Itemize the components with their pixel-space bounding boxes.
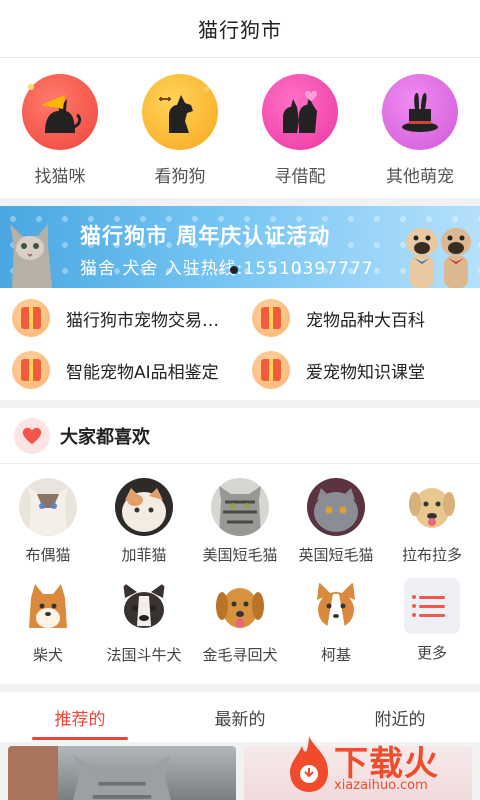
breed-name: 英国短毛猫 bbox=[298, 546, 374, 564]
link-pet-knowledge[interactable]: 爱宠物知识课堂 bbox=[240, 344, 480, 396]
breed-name: 柯基 bbox=[320, 646, 351, 664]
kitten-photo bbox=[73, 755, 171, 800]
banner-hotline: 猫舍 犬舍 入驻热线:15510397777 bbox=[80, 259, 374, 279]
breed-british-shorthair[interactable]: 英国短毛猫 bbox=[288, 478, 384, 578]
breed-golden-retriever[interactable]: 金毛寻回犬 bbox=[192, 578, 288, 678]
golden-retriever-avatar bbox=[211, 578, 269, 636]
breed-name: 法国斗牛犬 bbox=[106, 646, 182, 664]
link-label: 智能宠物AI品相鉴定 bbox=[66, 362, 219, 383]
flame-icon bbox=[290, 736, 328, 792]
quick-links: 猫行狗市宠物交易… 宠物品种大百科 智能宠物AI品相鉴定 爱宠物知识课堂 bbox=[0, 288, 480, 400]
breed-shiba[interactable]: 柴犬 bbox=[0, 578, 96, 678]
breed-ragdoll[interactable]: 布偶猫 bbox=[0, 478, 96, 578]
breed-name: 加菲猫 bbox=[121, 546, 167, 564]
link-breed-encyclopedia[interactable]: 宠物品种大百科 bbox=[240, 292, 480, 344]
kitten-image bbox=[10, 224, 52, 288]
breed-labrador[interactable]: 拉布拉多 bbox=[384, 478, 480, 578]
corgi-avatar bbox=[307, 578, 365, 636]
breed-corgi[interactable]: 柯基 bbox=[288, 578, 384, 678]
labrador-avatar bbox=[403, 478, 461, 536]
breed-name: 金毛寻回犬 bbox=[202, 646, 278, 664]
breed-name: 拉布拉多 bbox=[401, 546, 462, 564]
breed-name: 柴犬 bbox=[32, 646, 63, 664]
watermark-logo: 下载火 xiazaihuo.com bbox=[278, 728, 478, 798]
breed-name: 布偶猫 bbox=[25, 546, 71, 564]
link-ai-appraisal[interactable]: 智能宠物AI品相鉴定 bbox=[0, 344, 240, 396]
category-other-pets[interactable]: 其他萌宠 bbox=[365, 74, 475, 187]
carousel-indicator bbox=[230, 266, 238, 274]
gift-icon bbox=[252, 351, 290, 389]
page-title: 猫行狗市 bbox=[198, 18, 282, 42]
british-shorthair-avatar bbox=[307, 478, 365, 536]
link-label: 宠物品种大百科 bbox=[306, 310, 425, 331]
section-title: 大家都喜欢 bbox=[60, 426, 150, 448]
promo-banner[interactable]: 猫行狗市 周年庆认证活动 猫舍 犬舍 入驻热线:15510397777 bbox=[0, 206, 480, 288]
french-bulldog-avatar bbox=[115, 578, 173, 636]
link-pet-trade[interactable]: 猫行狗市宠物交易… bbox=[0, 292, 240, 344]
category-label: 其他萌宠 bbox=[386, 167, 454, 187]
exotic-cat-avatar bbox=[115, 478, 173, 536]
category-view-dog[interactable]: 看狗狗 bbox=[125, 74, 235, 187]
gift-icon bbox=[252, 299, 290, 337]
category-label: 寻借配 bbox=[274, 167, 326, 187]
top-bar: 猫行狗市 bbox=[0, 0, 480, 58]
watermark-url: xiazaihuo.com bbox=[334, 778, 428, 793]
tab-recommended[interactable]: 推荐的 bbox=[0, 692, 160, 742]
category-find-mate[interactable]: 寻借配 bbox=[245, 74, 355, 187]
heart-icon bbox=[14, 417, 50, 454]
category-row: 找猫咪 看狗狗 寻借配 其他萌宠 bbox=[0, 58, 480, 198]
breed-name: 美国短毛猫 bbox=[202, 546, 278, 564]
gift-icon bbox=[12, 351, 50, 389]
breed-name: 更多 bbox=[416, 644, 447, 662]
magic-hat-icon bbox=[382, 74, 458, 150]
ragdoll-cat-avatar bbox=[19, 478, 77, 536]
link-label: 爱宠物知识课堂 bbox=[306, 362, 425, 383]
american-shorthair-avatar bbox=[211, 478, 269, 536]
app-screen: 猫行狗市 找猫咪 看狗狗 寻借配 其他萌宠 猫行狗市 周年庆认证活动 猫舍 犬舍… bbox=[0, 0, 480, 800]
gift-icon bbox=[12, 299, 50, 337]
banner-headline: 猫行狗市 周年庆认证活动 bbox=[80, 224, 331, 248]
category-label: 找猫咪 bbox=[34, 167, 86, 187]
cat-icon bbox=[22, 74, 98, 150]
favorites-header: 大家都喜欢 bbox=[0, 408, 480, 464]
feed-card[interactable] bbox=[8, 746, 236, 800]
pugs-image bbox=[406, 228, 471, 288]
more-list-icon bbox=[404, 578, 460, 634]
dog-icon bbox=[142, 74, 218, 150]
link-label: 猫行狗市宠物交易… bbox=[66, 310, 219, 331]
category-label: 看狗狗 bbox=[154, 167, 206, 187]
shiba-avatar bbox=[19, 578, 77, 636]
category-find-cat[interactable]: 找猫咪 bbox=[5, 74, 115, 187]
pets-pair-icon bbox=[262, 74, 338, 150]
breed-american-shorthair[interactable]: 美国短毛猫 bbox=[192, 478, 288, 578]
breed-exotic[interactable]: 加菲猫 bbox=[96, 478, 192, 578]
breed-french-bulldog[interactable]: 法国斗牛犬 bbox=[96, 578, 192, 678]
breed-grid: 布偶猫 加菲猫 美国短毛猫 英国短毛猫 拉布拉多 柴犬 法国斗牛犬 金毛寻回犬 … bbox=[0, 464, 480, 684]
breed-more[interactable]: 更多 bbox=[384, 578, 480, 678]
